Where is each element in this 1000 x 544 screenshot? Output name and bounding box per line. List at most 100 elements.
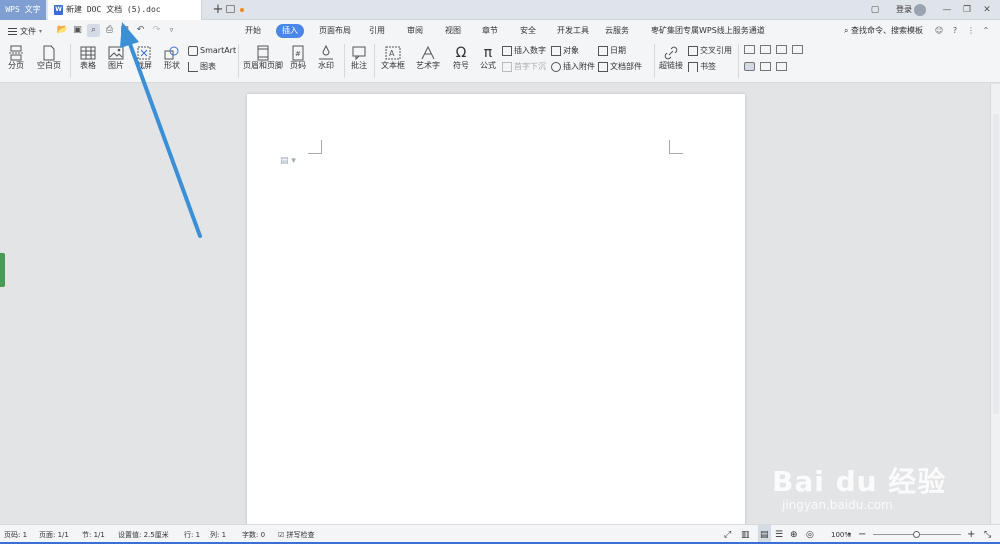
shape-button[interactable]: 形状 xyxy=(160,45,184,71)
vertical-scrollbar[interactable] xyxy=(990,84,1000,524)
picture-label: 图片 xyxy=(108,61,124,70)
cross-ref-button[interactable]: 交叉引用 xyxy=(688,45,732,57)
export-pdf-icon[interactable]: ▤ xyxy=(118,24,131,37)
file-menu-button[interactable]: 文件 ▾ xyxy=(8,25,42,37)
paste-options-icon[interactable]: ▤ ▾ xyxy=(280,156,296,166)
tab-service-channel[interactable]: 枣矿集团专属WPS线上服务通道 xyxy=(651,24,765,38)
tab-references[interactable]: 引用 xyxy=(369,24,385,38)
search-icon: ⌕ xyxy=(844,26,849,35)
bookmark-button[interactable]: 书签 xyxy=(688,61,716,73)
document-page[interactable]: ▤ ▾ xyxy=(247,94,745,534)
hyperlink-button[interactable]: 超链接 xyxy=(658,45,684,71)
comment-button[interactable]: 批注 xyxy=(347,45,371,71)
chart-button[interactable]: 图表 xyxy=(188,61,216,73)
zoom-slider-knob[interactable] xyxy=(913,531,920,538)
open-icon[interactable]: 📂 xyxy=(56,24,69,37)
tab-menu-icon[interactable] xyxy=(226,5,235,13)
wrap-icon[interactable] xyxy=(744,62,755,71)
layout-icon[interactable] xyxy=(792,45,803,54)
wordart-icon xyxy=(421,45,435,60)
watermark-url: jingyan.baidu.com xyxy=(782,498,893,512)
bookmark-label: 书签 xyxy=(700,62,716,71)
undo-icon[interactable]: ↶ xyxy=(134,24,147,37)
tab-cloud[interactable]: 云服务 xyxy=(605,24,629,38)
table-button[interactable]: 表格 xyxy=(76,45,100,71)
login-link[interactable]: 登录 xyxy=(896,0,912,20)
skin-icon[interactable]: ▢ xyxy=(868,0,882,20)
status-bar: 页码: 1 页面: 1/1 节: 1/1 设置值: 2.5厘米 行: 1 列: … xyxy=(0,524,1000,544)
new-tab-button[interactable]: + xyxy=(211,1,225,19)
shape-label: 形状 xyxy=(164,61,180,70)
blank-page-icon xyxy=(43,45,55,61)
word-doc-icon: W xyxy=(54,5,63,15)
wps-app-tab[interactable]: WPS 文字 xyxy=(0,0,46,20)
date-button[interactable]: 日期 xyxy=(598,45,626,57)
redo-icon[interactable]: ↷ xyxy=(150,24,163,37)
symbol-button[interactable]: Ω 符号 xyxy=(449,45,473,71)
tab-chapter[interactable]: 章节 xyxy=(482,24,498,38)
layout-icon[interactable] xyxy=(760,45,771,54)
side-panel-handle[interactable] xyxy=(0,253,5,287)
watermark-logo: Bai du 经验 xyxy=(772,465,947,498)
page-break-button[interactable]: 分页 xyxy=(4,45,28,71)
margin-corner xyxy=(308,140,322,154)
margin-corner xyxy=(669,140,683,154)
page-break-icon xyxy=(9,45,23,61)
doc-parts-button[interactable]: 文档部件 xyxy=(598,61,642,73)
object-icon xyxy=(551,46,561,56)
avatar[interactable] xyxy=(914,4,926,16)
insert-number-button[interactable]: 插入数字 xyxy=(502,45,546,57)
tab-home[interactable]: 开始 xyxy=(245,24,261,38)
page-number-button[interactable]: # 页码 xyxy=(286,45,310,71)
tab-security[interactable]: 安全 xyxy=(520,24,536,38)
object-button[interactable]: 对象 xyxy=(551,45,579,57)
layout-icon[interactable] xyxy=(776,45,787,54)
tab-insert[interactable]: 插入 xyxy=(276,24,304,38)
tab-view[interactable]: 视图 xyxy=(445,24,461,38)
attach-button[interactable]: 插入附件 xyxy=(551,61,595,73)
restore-icon[interactable]: ❐ xyxy=(960,0,974,20)
separator xyxy=(238,44,239,78)
more-icon[interactable]: ⋮ xyxy=(966,24,976,38)
blank-page-button[interactable]: 空白页 xyxy=(33,45,65,71)
chart-icon xyxy=(188,62,198,72)
wrap-icon[interactable] xyxy=(760,62,771,71)
omega-icon: Ω xyxy=(455,45,467,61)
customize-icon[interactable]: ▿ xyxy=(165,24,178,37)
help-icon[interactable]: ? xyxy=(950,24,960,38)
watermark-button[interactable]: 水印 xyxy=(314,45,338,71)
smartart-button[interactable]: SmartArt xyxy=(188,45,236,57)
print-icon[interactable]: ⎙ xyxy=(103,24,116,37)
wordart-button[interactable]: 艺术字 xyxy=(413,45,443,71)
picture-button[interactable]: 图片 xyxy=(104,45,128,71)
collapse-ribbon-icon[interactable]: ⌃ xyxy=(981,24,991,38)
document-tab[interactable]: W 新建 DOC 文档 (5).doc xyxy=(48,0,244,20)
command-search[interactable]: ⌕ 查找命令、搜索模板 xyxy=(844,24,923,38)
tab-review[interactable]: 审阅 xyxy=(407,24,423,38)
tab-developer[interactable]: 开发工具 xyxy=(557,24,589,38)
wrap-icon[interactable] xyxy=(776,62,787,71)
scroll-thumb[interactable] xyxy=(993,114,999,414)
layout-icon[interactable] xyxy=(744,45,755,54)
header-footer-button[interactable]: 页眉和页脚 xyxy=(243,45,283,71)
pi-icon: π xyxy=(483,45,493,61)
doc-parts-label: 文档部件 xyxy=(610,62,642,71)
link-icon xyxy=(664,46,678,60)
svg-text:#: # xyxy=(295,50,301,58)
unsaved-dot-icon xyxy=(240,8,244,12)
tab-page-layout[interactable]: 页面布局 xyxy=(319,24,351,38)
formula-button[interactable]: π 公式 xyxy=(477,45,499,71)
minimize-icon[interactable]: — xyxy=(940,0,954,20)
comment-label: 批注 xyxy=(351,61,367,70)
separator xyxy=(374,44,375,78)
save-icon[interactable]: ▣ xyxy=(71,24,84,37)
textbox-button[interactable]: A 文本框 xyxy=(378,45,408,71)
attach-label: 插入附件 xyxy=(563,62,595,71)
first-letter-button[interactable]: 首字下沉 xyxy=(502,61,546,73)
comment-icon xyxy=(352,46,366,61)
close-icon[interactable]: ✕ xyxy=(980,0,994,20)
screenshot-button[interactable]: 截屏 xyxy=(132,45,156,71)
preview-icon[interactable]: ⌕ xyxy=(87,24,100,37)
cloud-sync-icon[interactable]: ☺ xyxy=(934,24,944,38)
hyperlink-label: 超链接 xyxy=(659,61,683,70)
